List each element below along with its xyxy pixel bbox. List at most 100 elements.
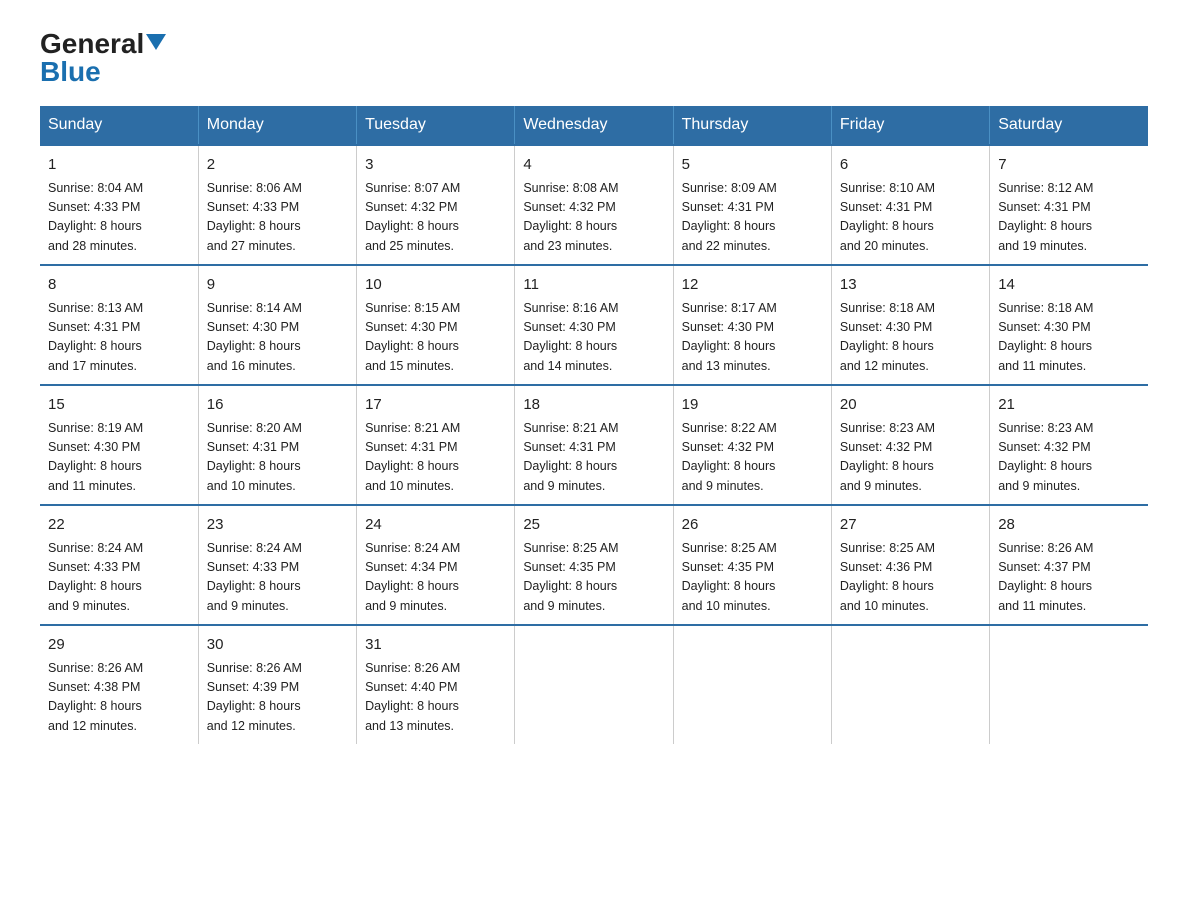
day-info: Sunrise: 8:24 AMSunset: 4:33 PMDaylight:…: [48, 539, 190, 617]
day-number: 22: [48, 514, 190, 537]
day-cell: 22Sunrise: 8:24 AMSunset: 4:33 PMDayligh…: [40, 505, 198, 625]
day-info: Sunrise: 8:07 AMSunset: 4:32 PMDaylight:…: [365, 179, 506, 257]
day-number: 29: [48, 634, 190, 657]
day-info: Sunrise: 8:16 AMSunset: 4:30 PMDaylight:…: [523, 299, 664, 377]
week-row-2: 8Sunrise: 8:13 AMSunset: 4:31 PMDaylight…: [40, 265, 1148, 385]
day-number: 8: [48, 274, 190, 297]
day-info: Sunrise: 8:06 AMSunset: 4:33 PMDaylight:…: [207, 179, 348, 257]
day-info: Sunrise: 8:22 AMSunset: 4:32 PMDaylight:…: [682, 419, 823, 497]
day-number: 15: [48, 394, 190, 417]
day-cell: 20Sunrise: 8:23 AMSunset: 4:32 PMDayligh…: [831, 385, 989, 505]
day-info: Sunrise: 8:25 AMSunset: 4:36 PMDaylight:…: [840, 539, 981, 617]
day-cell: 18Sunrise: 8:21 AMSunset: 4:31 PMDayligh…: [515, 385, 673, 505]
weekday-header-thursday: Thursday: [673, 106, 831, 145]
weekday-header-friday: Friday: [831, 106, 989, 145]
day-cell: 30Sunrise: 8:26 AMSunset: 4:39 PMDayligh…: [198, 625, 356, 744]
day-number: 13: [840, 274, 981, 297]
header: General Blue: [40, 30, 1148, 86]
week-row-3: 15Sunrise: 8:19 AMSunset: 4:30 PMDayligh…: [40, 385, 1148, 505]
day-cell: 8Sunrise: 8:13 AMSunset: 4:31 PMDaylight…: [40, 265, 198, 385]
weekday-header-wednesday: Wednesday: [515, 106, 673, 145]
logo-general-text: General: [40, 30, 144, 58]
day-cell: [515, 625, 673, 744]
day-info: Sunrise: 8:13 AMSunset: 4:31 PMDaylight:…: [48, 299, 190, 377]
day-cell: 25Sunrise: 8:25 AMSunset: 4:35 PMDayligh…: [515, 505, 673, 625]
day-cell: 11Sunrise: 8:16 AMSunset: 4:30 PMDayligh…: [515, 265, 673, 385]
day-info: Sunrise: 8:25 AMSunset: 4:35 PMDaylight:…: [682, 539, 823, 617]
day-number: 9: [207, 274, 348, 297]
day-number: 26: [682, 514, 823, 537]
day-info: Sunrise: 8:08 AMSunset: 4:32 PMDaylight:…: [523, 179, 664, 257]
day-info: Sunrise: 8:26 AMSunset: 4:40 PMDaylight:…: [365, 659, 506, 737]
day-number: 25: [523, 514, 664, 537]
day-info: Sunrise: 8:21 AMSunset: 4:31 PMDaylight:…: [365, 419, 506, 497]
weekday-header-sunday: Sunday: [40, 106, 198, 145]
day-number: 16: [207, 394, 348, 417]
day-info: Sunrise: 8:26 AMSunset: 4:38 PMDaylight:…: [48, 659, 190, 737]
day-cell: 21Sunrise: 8:23 AMSunset: 4:32 PMDayligh…: [990, 385, 1148, 505]
day-cell: 4Sunrise: 8:08 AMSunset: 4:32 PMDaylight…: [515, 145, 673, 265]
day-number: 23: [207, 514, 348, 537]
day-number: 28: [998, 514, 1140, 537]
weekday-header-row: SundayMondayTuesdayWednesdayThursdayFrid…: [40, 106, 1148, 145]
day-number: 6: [840, 154, 981, 177]
day-cell: 5Sunrise: 8:09 AMSunset: 4:31 PMDaylight…: [673, 145, 831, 265]
day-number: 3: [365, 154, 506, 177]
day-number: 11: [523, 274, 664, 297]
day-number: 10: [365, 274, 506, 297]
day-number: 30: [207, 634, 348, 657]
day-cell: 3Sunrise: 8:07 AMSunset: 4:32 PMDaylight…: [357, 145, 515, 265]
day-number: 7: [998, 154, 1140, 177]
day-cell: [831, 625, 989, 744]
day-cell: 6Sunrise: 8:10 AMSunset: 4:31 PMDaylight…: [831, 145, 989, 265]
day-number: 17: [365, 394, 506, 417]
day-cell: 19Sunrise: 8:22 AMSunset: 4:32 PMDayligh…: [673, 385, 831, 505]
day-number: 5: [682, 154, 823, 177]
day-cell: 16Sunrise: 8:20 AMSunset: 4:31 PMDayligh…: [198, 385, 356, 505]
day-number: 4: [523, 154, 664, 177]
day-info: Sunrise: 8:17 AMSunset: 4:30 PMDaylight:…: [682, 299, 823, 377]
day-cell: 28Sunrise: 8:26 AMSunset: 4:37 PMDayligh…: [990, 505, 1148, 625]
day-info: Sunrise: 8:18 AMSunset: 4:30 PMDaylight:…: [998, 299, 1140, 377]
day-cell: 1Sunrise: 8:04 AMSunset: 4:33 PMDaylight…: [40, 145, 198, 265]
weekday-header-tuesday: Tuesday: [357, 106, 515, 145]
day-cell: 2Sunrise: 8:06 AMSunset: 4:33 PMDaylight…: [198, 145, 356, 265]
day-info: Sunrise: 8:10 AMSunset: 4:31 PMDaylight:…: [840, 179, 981, 257]
day-cell: 7Sunrise: 8:12 AMSunset: 4:31 PMDaylight…: [990, 145, 1148, 265]
day-info: Sunrise: 8:24 AMSunset: 4:33 PMDaylight:…: [207, 539, 348, 617]
day-info: Sunrise: 8:14 AMSunset: 4:30 PMDaylight:…: [207, 299, 348, 377]
day-info: Sunrise: 8:19 AMSunset: 4:30 PMDaylight:…: [48, 419, 190, 497]
day-cell: 12Sunrise: 8:17 AMSunset: 4:30 PMDayligh…: [673, 265, 831, 385]
day-cell: 13Sunrise: 8:18 AMSunset: 4:30 PMDayligh…: [831, 265, 989, 385]
day-info: Sunrise: 8:26 AMSunset: 4:39 PMDaylight:…: [207, 659, 348, 737]
logo-blue-text: Blue: [40, 58, 101, 86]
day-cell: 14Sunrise: 8:18 AMSunset: 4:30 PMDayligh…: [990, 265, 1148, 385]
day-cell: 24Sunrise: 8:24 AMSunset: 4:34 PMDayligh…: [357, 505, 515, 625]
page: General Blue SundayMondayTuesdayWednesda…: [0, 0, 1188, 774]
day-number: 12: [682, 274, 823, 297]
day-info: Sunrise: 8:04 AMSunset: 4:33 PMDaylight:…: [48, 179, 190, 257]
day-cell: 17Sunrise: 8:21 AMSunset: 4:31 PMDayligh…: [357, 385, 515, 505]
day-number: 31: [365, 634, 506, 657]
day-number: 21: [998, 394, 1140, 417]
logo: General Blue: [40, 30, 166, 86]
weekday-header-saturday: Saturday: [990, 106, 1148, 145]
day-info: Sunrise: 8:26 AMSunset: 4:37 PMDaylight:…: [998, 539, 1140, 617]
day-cell: 27Sunrise: 8:25 AMSunset: 4:36 PMDayligh…: [831, 505, 989, 625]
day-number: 27: [840, 514, 981, 537]
day-cell: [673, 625, 831, 744]
calendar-table: SundayMondayTuesdayWednesdayThursdayFrid…: [40, 106, 1148, 744]
day-number: 19: [682, 394, 823, 417]
day-cell: 9Sunrise: 8:14 AMSunset: 4:30 PMDaylight…: [198, 265, 356, 385]
day-cell: 23Sunrise: 8:24 AMSunset: 4:33 PMDayligh…: [198, 505, 356, 625]
day-info: Sunrise: 8:09 AMSunset: 4:31 PMDaylight:…: [682, 179, 823, 257]
day-info: Sunrise: 8:24 AMSunset: 4:34 PMDaylight:…: [365, 539, 506, 617]
day-info: Sunrise: 8:20 AMSunset: 4:31 PMDaylight:…: [207, 419, 348, 497]
week-row-5: 29Sunrise: 8:26 AMSunset: 4:38 PMDayligh…: [40, 625, 1148, 744]
day-info: Sunrise: 8:25 AMSunset: 4:35 PMDaylight:…: [523, 539, 664, 617]
day-cell: 10Sunrise: 8:15 AMSunset: 4:30 PMDayligh…: [357, 265, 515, 385]
day-cell: 29Sunrise: 8:26 AMSunset: 4:38 PMDayligh…: [40, 625, 198, 744]
day-number: 18: [523, 394, 664, 417]
day-info: Sunrise: 8:23 AMSunset: 4:32 PMDaylight:…: [840, 419, 981, 497]
day-info: Sunrise: 8:12 AMSunset: 4:31 PMDaylight:…: [998, 179, 1140, 257]
